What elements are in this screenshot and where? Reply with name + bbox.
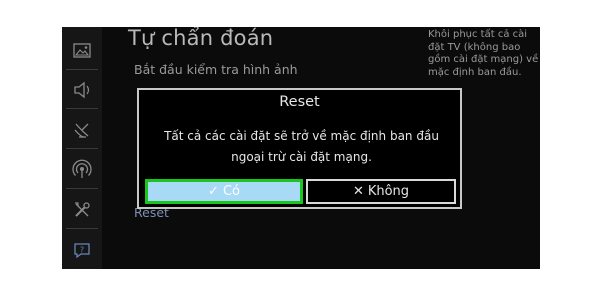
support-icon[interactable]: ?	[71, 239, 93, 261]
menu-item-picture-test[interactable]: Bắt đầu kiểm tra hình ảnh	[134, 62, 298, 77]
network-icon[interactable]	[71, 159, 93, 181]
tools-icon[interactable]	[71, 199, 93, 221]
check-icon: ✓	[208, 184, 219, 199]
sidebar-divider	[66, 228, 98, 229]
tv-screen: ? Tự chẩn đoán Bắt đầu kiểm tra hình ảnh…	[62, 27, 540, 269]
dialog-message: Tất cả các cài đặt sẽ trở về mặc định ba…	[164, 129, 439, 164]
sound-icon[interactable]	[71, 79, 93, 101]
sidebar-divider	[66, 188, 98, 189]
x-icon: ✕	[352, 184, 364, 199]
sidebar-divider	[66, 108, 98, 109]
no-button-label: Không	[367, 184, 410, 199]
yes-button-label: Có	[222, 184, 240, 199]
broadcast-icon[interactable]	[71, 119, 93, 141]
sidebar-divider	[66, 148, 98, 149]
sidebar-divider	[66, 69, 98, 70]
reset-dialog: Reset Tất cả các cài đặt sẽ trở về mặc đ…	[137, 88, 462, 209]
yes-button[interactable]: ✓ Có	[145, 179, 303, 204]
no-button[interactable]: ✕ Không	[306, 179, 456, 204]
sidebar: ?	[62, 27, 102, 269]
svg-text:?: ?	[80, 246, 84, 255]
dialog-title: Reset	[279, 94, 320, 110]
page-title: Tự chẩn đoán	[128, 27, 274, 50]
help-text: Khôi phục tất cả cài đặt TV (không bao g…	[428, 29, 539, 78]
picture-icon[interactable]	[71, 40, 93, 62]
